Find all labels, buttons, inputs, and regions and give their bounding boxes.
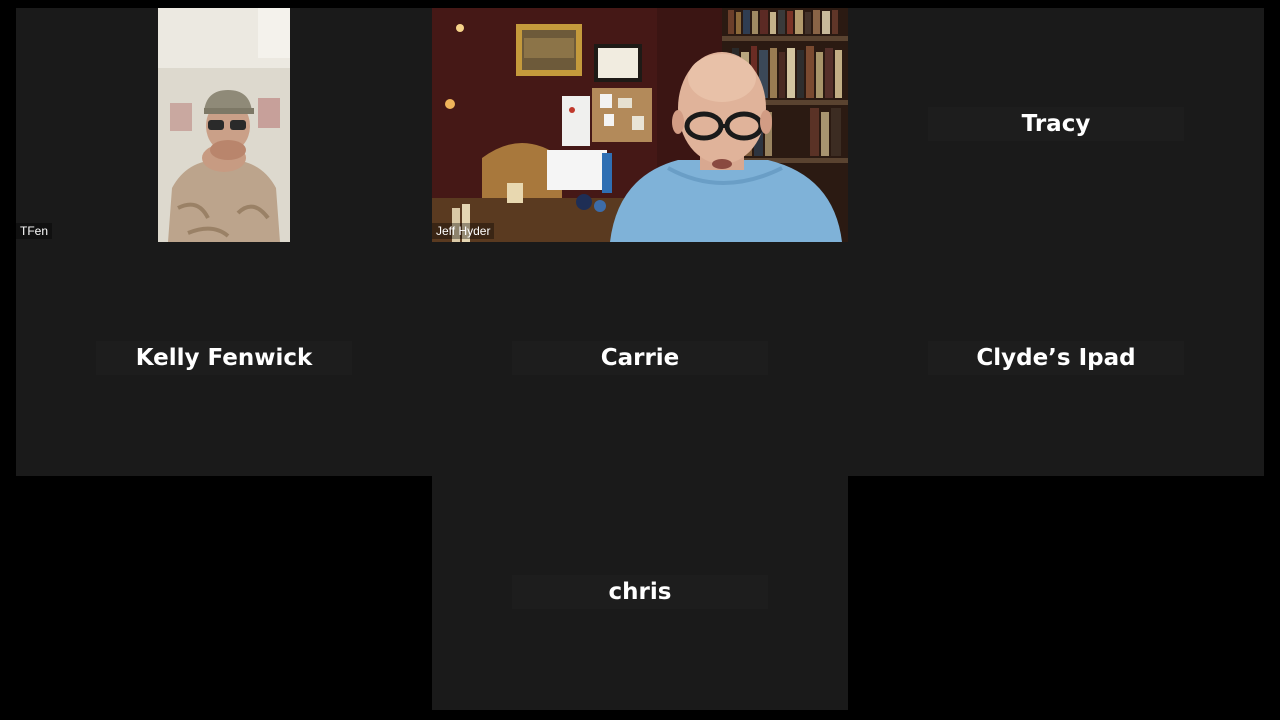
- video-frame-jeff: [432, 8, 848, 242]
- participant-tile-kelly[interactable]: Kelly Fenwick: [16, 242, 432, 476]
- participant-tile-carrie[interactable]: Carrie: [432, 242, 848, 476]
- participant-label-tfen: TFen: [16, 223, 53, 239]
- participant-name-carrie: Carrie: [512, 341, 768, 375]
- participant-name-tracy: Tracy: [928, 107, 1184, 141]
- participant-tile-clyde[interactable]: Clyde’s Ipad: [848, 242, 1264, 476]
- video-frame-tfen: [158, 8, 290, 242]
- participant-label-jeff: Jeff Hyder: [432, 223, 495, 239]
- participant-tile-tracy[interactable]: Tracy: [848, 8, 1264, 242]
- participant-video-jeff: [432, 8, 848, 242]
- participant-tile-chris[interactable]: chris: [432, 476, 848, 710]
- meeting-gallery: TFen Jeff Hyder Tracy Kelly Fenwick Carr…: [0, 0, 1280, 720]
- participant-name-kelly: Kelly Fenwick: [96, 341, 352, 375]
- participant-name-chris: chris: [512, 575, 768, 609]
- participant-name-clyde: Clyde’s Ipad: [928, 341, 1184, 375]
- participant-tile-jeff[interactable]: Jeff Hyder: [432, 8, 848, 242]
- participant-video-tfen: [158, 8, 290, 242]
- participant-tile-tfen[interactable]: TFen: [16, 8, 432, 242]
